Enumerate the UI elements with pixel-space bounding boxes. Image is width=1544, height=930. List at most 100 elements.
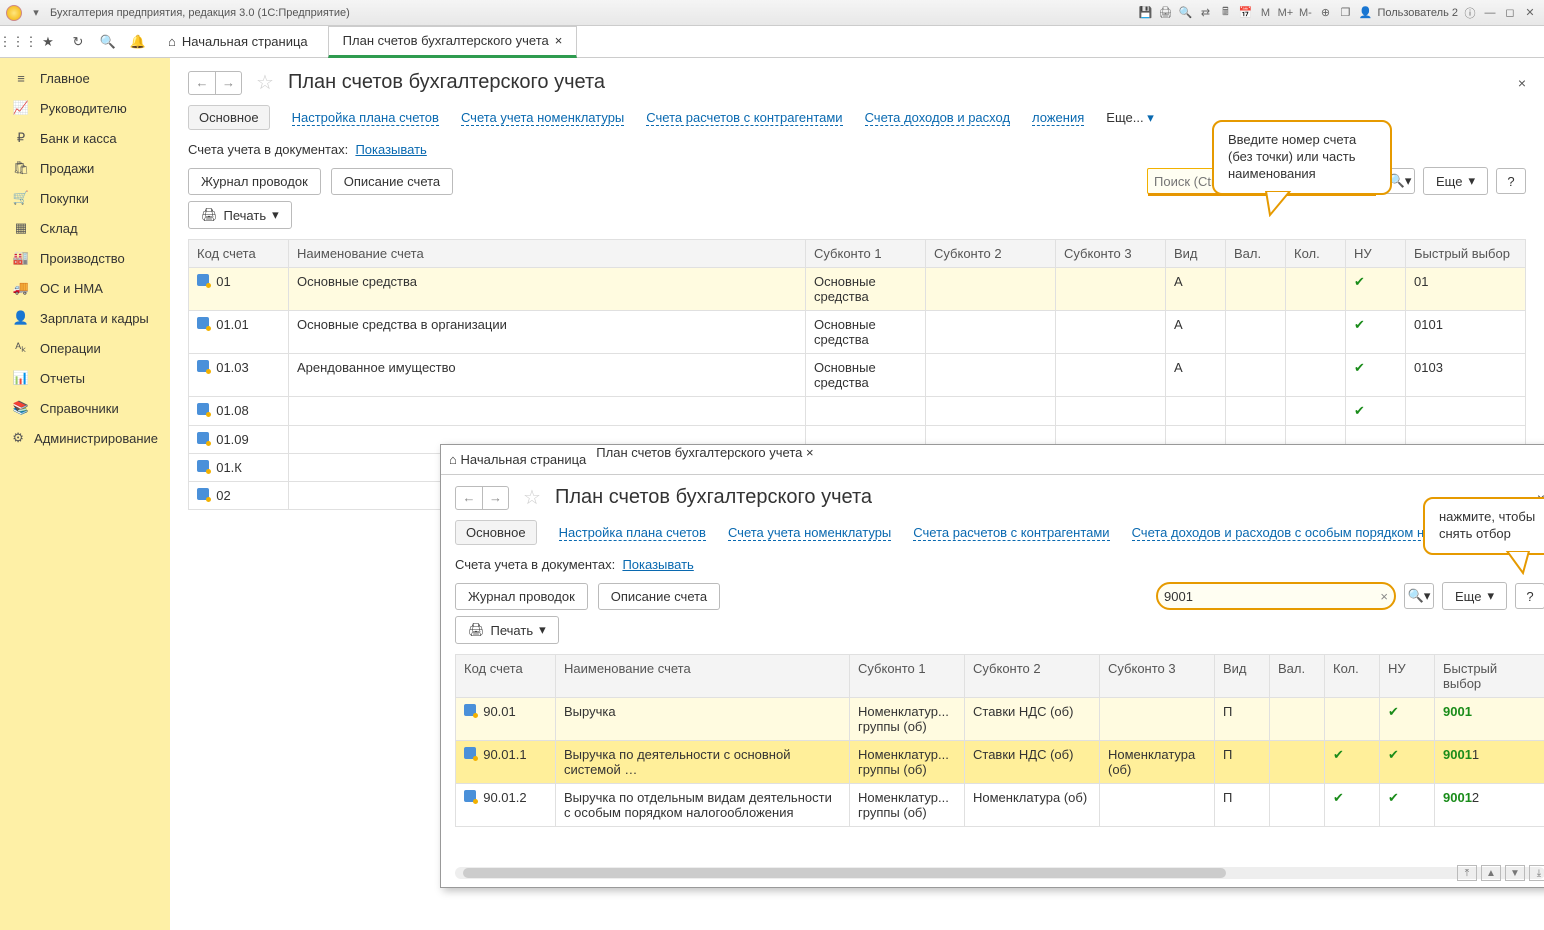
table-row[interactable]: 90.01.1Выручка по деятельности с основно… xyxy=(456,741,1544,784)
table-row[interactable]: 01.08✔ xyxy=(189,397,1526,426)
col-fast[interactable]: Быстрый выбор xyxy=(1406,240,1526,268)
ov-star-icon[interactable]: ☆ xyxy=(523,485,541,510)
col-val[interactable]: Вал. xyxy=(1226,240,1286,268)
table-row[interactable]: 01Основные средстваОсновные средстваА✔01 xyxy=(189,268,1526,311)
window-icon[interactable]: ❐ xyxy=(1337,5,1353,21)
page-close-icon[interactable]: × xyxy=(1518,75,1526,91)
close-window-icon[interactable]: ✕ xyxy=(1522,5,1538,21)
ov-search-input[interactable] xyxy=(1164,589,1380,604)
ov-print-btn[interactable]: 🖨 Печать ▾ xyxy=(455,616,559,644)
sidebar-item[interactable]: 📊Отчеты xyxy=(0,363,170,393)
table-bottom-icon[interactable]: ⤓ xyxy=(1529,865,1544,881)
preview-icon[interactable]: 🔍 xyxy=(1177,5,1193,21)
ov-tab-plan[interactable]: План счетов бухгалтерского учета × xyxy=(596,445,813,475)
btn-desc[interactable]: Описание счета xyxy=(331,168,453,195)
ov-search-button[interactable]: 🔍▾ xyxy=(1404,583,1434,609)
tab-close-icon[interactable]: × xyxy=(806,445,814,460)
col-nu[interactable]: НУ xyxy=(1346,240,1406,268)
star-icon[interactable]: ★ xyxy=(38,32,58,52)
btn-more-actions[interactable]: Еще ▾ xyxy=(1423,167,1488,195)
ov-link-dohody[interactable]: Счета доходов и расходов с особым порядк… xyxy=(1132,525,1452,541)
link-more[interactable]: Еще... ▾ xyxy=(1106,110,1153,126)
table-down-icon[interactable]: ▼ xyxy=(1505,865,1525,881)
print-icon[interactable]: 🖨 xyxy=(1157,5,1173,21)
ov-tab-osnovnoe[interactable]: Основное xyxy=(455,520,537,545)
save-icon[interactable]: 💾 xyxy=(1137,5,1153,21)
col-code[interactable]: Код счета xyxy=(189,240,289,268)
col-vid[interactable]: Вид xyxy=(1166,240,1226,268)
col-kol[interactable]: Кол. xyxy=(1286,240,1346,268)
bell-icon[interactable]: 🔔 xyxy=(128,32,148,52)
sidebar-item[interactable]: 📈Руководителю xyxy=(0,93,170,123)
ov-clear-icon[interactable]: × xyxy=(1380,589,1388,604)
calendar-icon[interactable]: 📅 xyxy=(1237,5,1253,21)
search-small-icon[interactable]: 🔍 xyxy=(98,32,118,52)
sidebar-item[interactable]: ≡Главное xyxy=(0,64,170,93)
info-icon[interactable]: ⓘ xyxy=(1462,5,1478,21)
nav-back-icon[interactable]: ← xyxy=(189,72,215,94)
sidebar-item[interactable]: 👤Зарплата и кадры xyxy=(0,303,170,333)
sidebar-item[interactable]: 🛍Продажи xyxy=(0,153,170,183)
sidebar-item[interactable]: 🛒Покупки xyxy=(0,183,170,213)
mminus-letter-icon[interactable]: М- xyxy=(1297,5,1313,21)
user-icon[interactable]: 👤 xyxy=(1357,5,1373,21)
table-row[interactable]: 90.01.2Выручка по отдельным видам деятел… xyxy=(456,784,1544,827)
tab-close-icon[interactable]: × xyxy=(555,33,563,48)
history-icon[interactable]: ↻ xyxy=(68,32,88,52)
table-up-icon[interactable]: ▲ xyxy=(1481,865,1501,881)
col-name[interactable]: Наименование счета xyxy=(289,240,806,268)
sidebar-item[interactable]: 🏭Производство xyxy=(0,243,170,273)
btn-print[interactable]: 🖨 Печать ▾ xyxy=(188,201,292,229)
row-icon xyxy=(464,747,476,759)
tab-osnovnoe[interactable]: Основное xyxy=(188,105,270,130)
maximize-icon[interactable]: ◻ xyxy=(1502,5,1518,21)
m-letter-icon[interactable]: М xyxy=(1257,5,1273,21)
link-kontragenty[interactable]: Счета расчетов с контрагентами xyxy=(646,110,842,126)
ov-help-btn[interactable]: ? xyxy=(1515,583,1544,609)
nav-fwd-icon[interactable]: → xyxy=(215,72,241,94)
calc-icon[interactable]: 🖩 xyxy=(1217,5,1233,21)
sidebar-icon: 🛒 xyxy=(12,190,30,206)
ov-btn-desc[interactable]: Описание счета xyxy=(598,583,720,610)
apps-icon[interactable]: ⋮⋮⋮ xyxy=(8,32,28,52)
ov-link-nastroika[interactable]: Настройка плана счетов xyxy=(559,525,706,541)
link-dohody[interactable]: Счета доходов и расход xyxy=(865,110,1010,126)
ov-tab-home[interactable]: ⌂ Начальная страница xyxy=(449,452,586,467)
tab-plan-schetov[interactable]: План счетов бухгалтерского учета × xyxy=(328,26,578,58)
compare-icon[interactable]: ⇄ xyxy=(1197,5,1213,21)
btn-journal[interactable]: Журнал проводок xyxy=(188,168,321,195)
mplus-letter-icon[interactable]: М+ xyxy=(1277,5,1293,21)
sidebar-item[interactable]: ᴬₖОперации xyxy=(0,333,170,363)
ov-nav-fwd[interactable]: → xyxy=(482,487,508,509)
link-nomenklatura[interactable]: Счета учета номенклатуры xyxy=(461,110,624,126)
sidebar-item[interactable]: ▦Склад xyxy=(0,213,170,243)
ov-btn-journal[interactable]: Журнал проводок xyxy=(455,583,588,610)
col-s2[interactable]: Субконто 2 xyxy=(926,240,1056,268)
tab-home[interactable]: ⌂ Начальная страница xyxy=(158,34,318,49)
ov-doc-link[interactable]: Показывать xyxy=(622,557,693,572)
link-nastroika[interactable]: Настройка плана счетов xyxy=(292,110,439,126)
ov-nav-back[interactable]: ← xyxy=(456,487,482,509)
table-row[interactable]: 90.01ВыручкаНоменклатур... группы (об)Ст… xyxy=(456,698,1544,741)
ov-link-kontr[interactable]: Счета расчетов с контрагентами xyxy=(913,525,1109,541)
tab-home-label: Начальная страница xyxy=(182,34,308,49)
sidebar-item[interactable]: ₽Банк и касса xyxy=(0,123,170,153)
zoom-icon[interactable]: ⊕ xyxy=(1317,5,1333,21)
sidebar-item[interactable]: 📚Справочники xyxy=(0,393,170,423)
favorite-star-icon[interactable]: ☆ xyxy=(256,70,274,95)
col-s1[interactable]: Субконто 1 xyxy=(806,240,926,268)
ov-search-box[interactable]: × xyxy=(1156,582,1396,610)
doc-link[interactable]: Показывать xyxy=(355,142,426,157)
ov-more-btn[interactable]: Еще ▾ xyxy=(1442,582,1507,610)
minimize-icon[interactable]: — xyxy=(1482,5,1498,21)
col-s3[interactable]: Субконто 3 xyxy=(1056,240,1166,268)
help-button[interactable]: ? xyxy=(1496,168,1526,194)
ov-link-nomen[interactable]: Счета учета номенклатуры xyxy=(728,525,891,541)
sidebar-item[interactable]: ⚙Администрирование xyxy=(0,423,170,453)
h-scrollbar[interactable] xyxy=(455,867,1544,879)
table-top-icon[interactable]: ⤒ xyxy=(1457,865,1477,881)
table-row[interactable]: 01.01Основные средства в организацииОсно… xyxy=(189,311,1526,354)
dropdown-icon[interactable]: ▾ xyxy=(28,5,44,21)
table-row[interactable]: 01.03Арендованное имуществоОсновные сред… xyxy=(189,354,1526,397)
sidebar-item[interactable]: 🚚ОС и НМА xyxy=(0,273,170,303)
